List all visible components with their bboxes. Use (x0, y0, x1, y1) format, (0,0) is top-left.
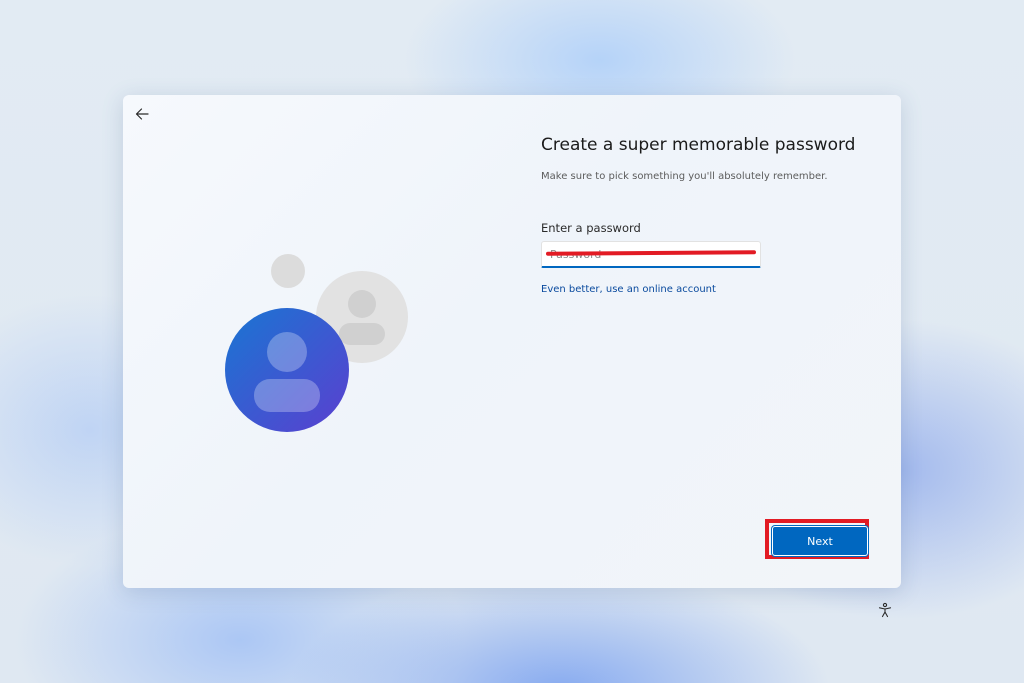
password-label: Enter a password (541, 221, 641, 235)
user-accounts-illustration (225, 254, 408, 432)
accessibility-icon (878, 602, 892, 618)
accessibility-button[interactable] (876, 601, 894, 619)
online-account-link[interactable]: Even better, use an online account (541, 284, 716, 295)
page-subtitle: Make sure to pick something you'll absol… (541, 171, 828, 182)
oobe-setup-window: Create a super memorable password Make s… (123, 95, 901, 588)
next-button[interactable]: Next (772, 526, 868, 556)
page-title: Create a super memorable password (541, 135, 856, 155)
